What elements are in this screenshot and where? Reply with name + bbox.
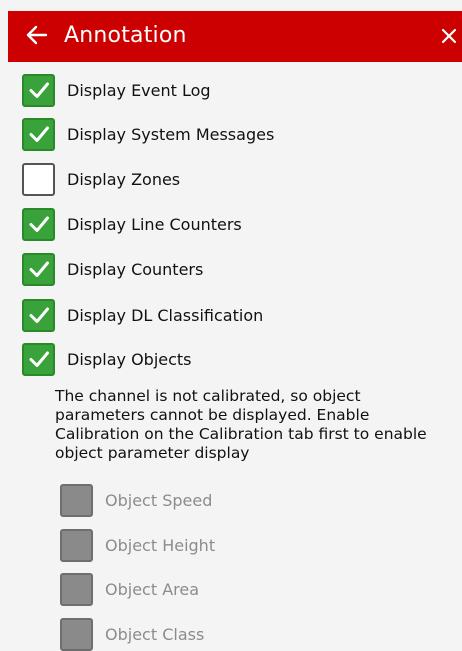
- checkbox-checked[interactable]: [22, 73, 55, 107]
- close-icon: [441, 28, 457, 44]
- arrow-left-icon: [26, 25, 48, 45]
- option-label: Display Counters: [67, 259, 204, 279]
- option-object-speed[interactable]: Object Speed: [60, 482, 212, 518]
- option-object-class[interactable]: Object Class: [60, 616, 204, 651]
- back-button[interactable]: [24, 20, 50, 50]
- calibration-warning-text: The channel is not calibrated, so object…: [55, 387, 427, 462]
- checkbox-checked[interactable]: [22, 207, 55, 241]
- option-label: Display Zones: [67, 169, 181, 189]
- checkbox-checked[interactable]: [22, 117, 55, 151]
- checkbox-disabled[interactable]: [60, 528, 93, 562]
- option-display-objects[interactable]: Display Objects: [22, 341, 192, 377]
- checkbox-disabled[interactable]: [60, 617, 93, 651]
- option-display-zones[interactable]: Display Zones: [22, 161, 180, 197]
- option-display-system-messages[interactable]: Display System Messages: [22, 116, 274, 152]
- option-display-dl-classification[interactable]: Display DL Classification: [22, 297, 263, 333]
- panel-body: Display Event Log Display System Message…: [0, 62, 462, 651]
- checkbox-disabled[interactable]: [60, 483, 93, 517]
- checkbox-checked[interactable]: [22, 252, 55, 286]
- option-label: Display System Messages: [67, 124, 275, 144]
- checkbox-unchecked[interactable]: [22, 162, 55, 196]
- close-button[interactable]: [438, 22, 460, 50]
- option-label: Display Objects: [67, 349, 192, 369]
- option-display-line-counters[interactable]: Display Line Counters: [22, 206, 242, 242]
- checkbox-checked[interactable]: [22, 298, 55, 332]
- option-label: Display Line Counters: [67, 214, 242, 234]
- option-label: Object Speed: [105, 490, 213, 510]
- option-label: Object Height: [105, 535, 216, 555]
- checkmark-icon: [29, 351, 49, 367]
- checkmark-icon: [29, 126, 49, 142]
- option-label: Display Event Log: [67, 80, 211, 100]
- annotation-panel: Annotation Display Event Log Display Sys…: [0, 0, 462, 651]
- panel-header: Annotation: [8, 11, 462, 62]
- option-display-event-log[interactable]: Display Event Log: [22, 72, 211, 108]
- option-display-counters[interactable]: Display Counters: [22, 251, 203, 287]
- option-label: Display DL Classification: [67, 305, 264, 325]
- checkmark-icon: [29, 307, 49, 323]
- option-label: Object Class: [105, 624, 205, 644]
- option-object-height[interactable]: Object Height: [60, 527, 215, 563]
- checkmark-icon: [29, 82, 49, 98]
- option-object-area[interactable]: Object Area: [60, 571, 199, 607]
- checkmark-icon: [29, 261, 49, 277]
- panel-title: Annotation: [64, 23, 187, 48]
- checkmark-icon: [29, 216, 49, 232]
- option-label: Object Area: [105, 579, 200, 599]
- checkbox-disabled[interactable]: [60, 572, 93, 606]
- checkbox-checked[interactable]: [22, 342, 55, 376]
